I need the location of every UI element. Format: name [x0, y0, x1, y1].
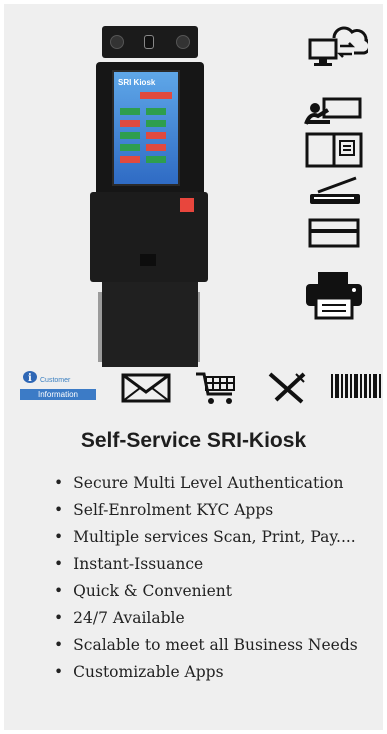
kiosk-camera-bar — [102, 26, 198, 58]
envelope-icon — [120, 370, 172, 406]
feature-item: Scalable to meet all Business Needs — [54, 632, 358, 659]
screen-tile — [146, 156, 166, 163]
kiosk-head: SRI Kiosk — [96, 62, 204, 197]
cloud-computer-icon — [304, 18, 368, 72]
svg-text:i: i — [28, 373, 32, 384]
speaker-icon — [176, 35, 190, 49]
screen-tile — [146, 108, 166, 115]
feature-list: Secure Multi Level Authentication Self-E… — [54, 470, 358, 686]
customer-label: Customer — [40, 377, 71, 384]
screen-tile — [146, 144, 166, 151]
information-label: Information — [20, 389, 96, 400]
kiosk-image: SRI Kiosk — [84, 12, 214, 367]
shopping-cart-icon — [194, 370, 238, 406]
scanner-icon — [304, 176, 364, 210]
feature-item: 24/7 Available — [54, 605, 358, 632]
product-title: Self-Service SRI-Kiosk — [80, 429, 307, 452]
screen-tile — [120, 132, 140, 139]
kiosk-screen: SRI Kiosk — [112, 70, 180, 186]
presenter-board-icon — [304, 96, 364, 126]
screen-tile — [120, 108, 140, 115]
card-reader-icon — [304, 216, 364, 250]
dispenser-slot — [140, 254, 156, 266]
screen-tile — [146, 120, 166, 127]
kiosk-body — [90, 192, 208, 282]
feature-item: Customizable Apps — [54, 659, 358, 686]
kiosk-base — [102, 282, 198, 367]
product-card: SRI Kiosk i Customer Information Self-Se… — [4, 4, 383, 730]
feature-item: Secure Multi Level Authentication — [54, 470, 358, 497]
screen-tile — [146, 132, 166, 139]
screen-tile — [120, 144, 140, 151]
printer-icon — [304, 270, 364, 320]
book-icon — [304, 132, 364, 168]
fork-knife-icon — [266, 370, 308, 406]
customer-information-icon: i Customer Information — [18, 370, 98, 404]
feature-item: Quick & Convenient — [54, 578, 358, 605]
feature-item: Multiple services Scan, Print, Pay.... — [54, 524, 358, 551]
feature-item: Instant-Issuance — [54, 551, 358, 578]
card-slot — [180, 198, 194, 212]
feature-item: Self-Enrolment KYC Apps — [54, 497, 358, 524]
screen-tile — [120, 156, 140, 163]
barcode-icon — [330, 370, 384, 406]
screen-brand: SRI Kiosk — [118, 78, 156, 87]
screen-tile — [120, 120, 140, 127]
camera-icon — [144, 35, 154, 49]
speaker-icon — [110, 35, 124, 49]
screen-tile — [140, 92, 172, 99]
